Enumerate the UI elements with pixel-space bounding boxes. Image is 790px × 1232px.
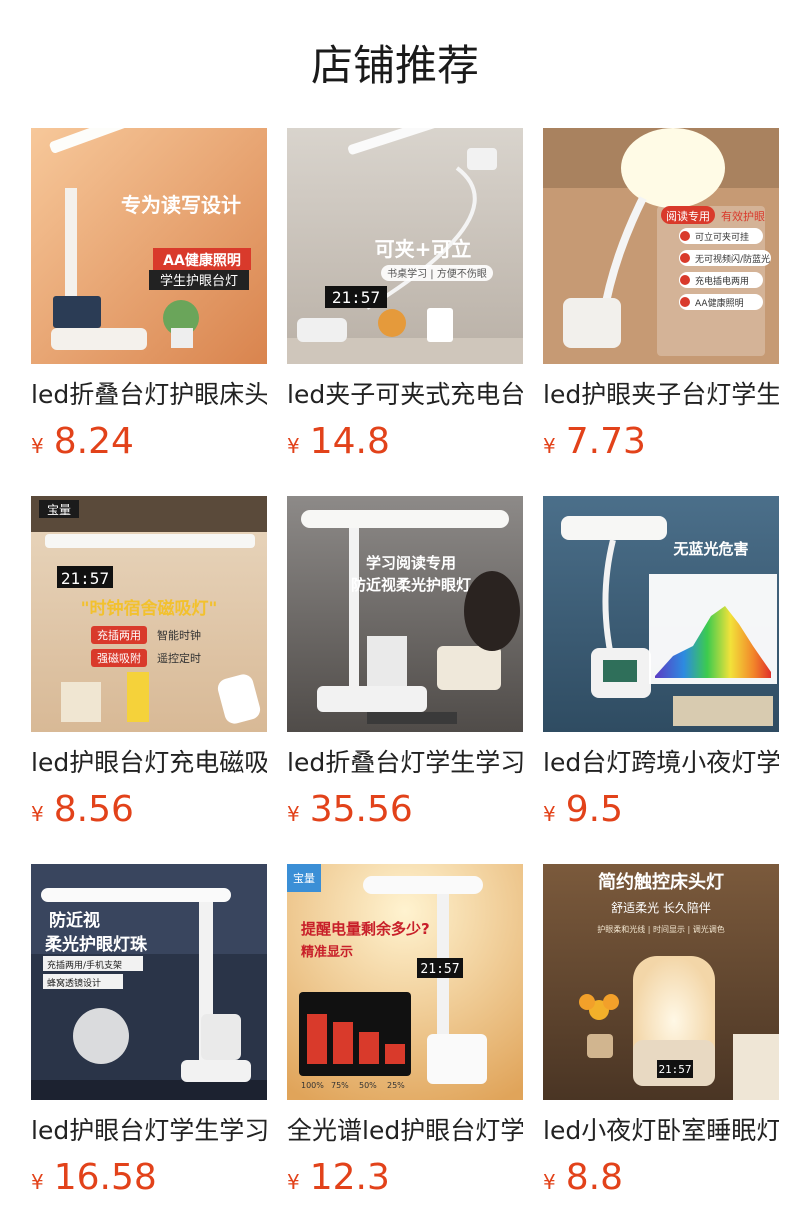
product-name[interactable]: led护眼夹子台灯学生 xyxy=(543,378,779,412)
svg-text:25%: 25% xyxy=(387,1081,405,1090)
svg-text:精准显示: 精准显示 xyxy=(301,944,353,960)
product-price: ¥12.3 xyxy=(287,1154,523,1202)
svg-text:舒适柔光 长久陪伴: 舒适柔光 长久陪伴 xyxy=(611,900,711,915)
svg-text:简约触控床头灯: 简约触控床头灯 xyxy=(598,871,724,893)
svg-text:遥控定时: 遥控定时 xyxy=(157,651,201,665)
svg-text:21:57: 21:57 xyxy=(332,288,380,307)
svg-text:充插两用: 充插两用 xyxy=(97,628,141,642)
price-value: 8.56 xyxy=(53,789,134,830)
svg-text:宝量: 宝量 xyxy=(47,503,71,517)
currency-symbol: ¥ xyxy=(543,1170,556,1194)
product-name[interactable]: led折叠台灯护眼床头 xyxy=(31,378,267,412)
currency-symbol: ¥ xyxy=(287,1170,300,1194)
svg-text:可夹+可立: 可夹+可立 xyxy=(375,237,472,261)
product-price: ¥8.24 xyxy=(31,418,267,466)
svg-text:防近视: 防近视 xyxy=(49,910,100,931)
product-card[interactable]: 可夹+可立 书桌学习 | 方便不伤眼 21:57 led夹子可夹式充电台 ¥14… xyxy=(287,128,523,496)
currency-symbol: ¥ xyxy=(287,434,300,458)
product-name[interactable]: led台灯跨境小夜灯学 xyxy=(543,746,779,780)
product-name[interactable]: led折叠台灯学生学习 xyxy=(287,746,523,780)
svg-text:学生护眼台灯: 学生护眼台灯 xyxy=(160,273,238,289)
svg-text:有效护眼: 有效护眼 xyxy=(721,209,765,223)
product-price: ¥16.58 xyxy=(31,1154,267,1202)
price-value: 16.58 xyxy=(53,1157,157,1198)
product-card[interactable]: 宝量 21:57 "时钟宿舍磁吸灯" 充插两用 智能时钟 强磁吸附 遥控定时 l… xyxy=(31,496,267,864)
product-image[interactable]: 专为读写设计 AA健康照明 学生护眼台灯 xyxy=(31,128,267,364)
svg-text:"时钟宿舍磁吸灯": "时钟宿舍磁吸灯" xyxy=(81,598,218,619)
product-image[interactable]: 防近视 柔光护眼灯珠 充插两用/手机支架 蜂窝透镜设计 xyxy=(31,864,267,1100)
svg-text:可立可夹可挂: 可立可夹可挂 xyxy=(695,231,749,243)
product-grid: 专为读写设计 AA健康照明 学生护眼台灯 led折叠台灯护眼床头 ¥8.24 可… xyxy=(31,128,779,1232)
image-headline: 专为读写设计 xyxy=(121,193,241,217)
product-name[interactable]: led小夜灯卧室睡眠灯 xyxy=(543,1114,779,1148)
product-card[interactable]: 专为读写设计 AA健康照明 学生护眼台灯 led折叠台灯护眼床头 ¥8.24 xyxy=(31,128,267,496)
product-image[interactable]: 宝量 提醒电量剩余多少? 精准显示 21:57 100% 75% 50% 25% xyxy=(287,864,523,1100)
product-price: ¥8.56 xyxy=(31,786,267,834)
product-image[interactable]: 学习阅读专用 防近视柔光护眼灯 xyxy=(287,496,523,732)
product-price: ¥9.5 xyxy=(543,786,779,834)
price-value: 9.5 xyxy=(565,789,623,830)
svg-text:AA健康照明: AA健康照明 xyxy=(163,252,241,269)
product-image[interactable]: 可夹+可立 书桌学习 | 方便不伤眼 21:57 xyxy=(287,128,523,364)
svg-text:护眼柔和光线 | 时间显示 | 调光调色: 护眼柔和光线 | 时间显示 | 调光调色 xyxy=(597,924,725,934)
product-card[interactable]: 宝量 提醒电量剩余多少? 精准显示 21:57 100% 75% 50% 25%… xyxy=(287,864,523,1232)
product-price: ¥7.73 xyxy=(543,418,779,466)
product-card[interactable]: 简约触控床头灯 舒适柔光 长久陪伴 护眼柔和光线 | 时间显示 | 调光调色 2… xyxy=(543,864,779,1232)
svg-text:柔光护眼灯珠: 柔光护眼灯珠 xyxy=(45,934,148,955)
svg-text:无蓝光危害: 无蓝光危害 xyxy=(672,540,748,558)
svg-text:50%: 50% xyxy=(359,1081,377,1090)
product-image[interactable]: 简约触控床头灯 舒适柔光 长久陪伴 护眼柔和光线 | 时间显示 | 调光调色 2… xyxy=(543,864,779,1100)
product-image[interactable]: 无蓝光危害 xyxy=(543,496,779,732)
svg-text:21:57: 21:57 xyxy=(61,569,109,588)
svg-text:充电插电两用: 充电插电两用 xyxy=(695,275,749,287)
price-value: 8.24 xyxy=(53,421,134,462)
price-value: 7.73 xyxy=(565,421,646,462)
store-recommendation-page: 店铺推荐 专为读写设计 AA健康照明 学生护眼台灯 led折叠台灯护眼床头 ¥ … xyxy=(0,0,790,1232)
currency-symbol: ¥ xyxy=(287,802,300,826)
svg-text:学习阅读专用: 学习阅读专用 xyxy=(366,554,456,572)
svg-text:21:57: 21:57 xyxy=(658,1063,691,1076)
product-card[interactable]: 无蓝光危害 led台灯跨境小夜灯学 ¥9.5 xyxy=(543,496,779,864)
product-price: ¥14.8 xyxy=(287,418,523,466)
currency-symbol: ¥ xyxy=(543,434,556,458)
product-card[interactable]: 学习阅读专用 防近视柔光护眼灯 led折叠台灯学生学习 ¥35.56 xyxy=(287,496,523,864)
svg-text:100%: 100% xyxy=(301,1081,324,1090)
price-value: 12.3 xyxy=(309,1157,390,1198)
currency-symbol: ¥ xyxy=(31,434,44,458)
svg-text:AA健康照明: AA健康照明 xyxy=(695,297,744,309)
page-title: 店铺推荐 xyxy=(310,41,479,90)
price-value: 8.8 xyxy=(565,1157,623,1198)
product-price: ¥35.56 xyxy=(287,786,523,834)
currency-symbol: ¥ xyxy=(543,802,556,826)
product-image[interactable]: 宝量 21:57 "时钟宿舍磁吸灯" 充插两用 智能时钟 强磁吸附 遥控定时 xyxy=(31,496,267,732)
product-price: ¥8.8 xyxy=(543,1154,779,1202)
currency-symbol: ¥ xyxy=(31,1170,44,1194)
svg-text:宝量: 宝量 xyxy=(293,871,315,885)
svg-text:提醒电量剩余多少?: 提醒电量剩余多少? xyxy=(301,920,430,938)
svg-text:防近视柔光护眼灯: 防近视柔光护眼灯 xyxy=(351,576,471,594)
svg-text:21:57: 21:57 xyxy=(420,962,459,977)
svg-text:蜂窝透镜设计: 蜂窝透镜设计 xyxy=(47,977,101,989)
currency-symbol: ¥ xyxy=(31,802,44,826)
product-name[interactable]: led夹子可夹式充电台 xyxy=(287,378,523,412)
product-name[interactable]: led护眼台灯充电磁吸 xyxy=(31,746,267,780)
svg-text:智能时钟: 智能时钟 xyxy=(157,628,201,642)
svg-text:强磁吸附: 强磁吸附 xyxy=(97,651,141,665)
svg-text:无可视频闪/防蓝光: 无可视频闪/防蓝光 xyxy=(695,253,770,265)
product-card[interactable]: 防近视 柔光护眼灯珠 充插两用/手机支架 蜂窝透镜设计 led护眼台灯学生学习 … xyxy=(31,864,267,1232)
svg-text:阅读专用: 阅读专用 xyxy=(666,209,710,223)
price-value: 14.8 xyxy=(309,421,390,462)
product-card[interactable]: 阅读专用 有效护眼 可立可夹可挂 无可视频闪/防蓝光 充电插电两用 AA健康照明 xyxy=(543,128,779,496)
svg-text:书桌学习 | 方便不伤眼: 书桌学习 | 方便不伤眼 xyxy=(387,267,487,280)
product-name[interactable]: led护眼台灯学生学习 xyxy=(31,1114,267,1148)
svg-text:75%: 75% xyxy=(331,1081,349,1090)
product-image[interactable]: 阅读专用 有效护眼 可立可夹可挂 无可视频闪/防蓝光 充电插电两用 AA健康照明 xyxy=(543,128,779,364)
product-name[interactable]: 全光谱led护眼台灯学 xyxy=(287,1114,523,1148)
svg-text:充插两用/手机支架: 充插两用/手机支架 xyxy=(47,959,122,971)
price-value: 35.56 xyxy=(309,789,413,830)
